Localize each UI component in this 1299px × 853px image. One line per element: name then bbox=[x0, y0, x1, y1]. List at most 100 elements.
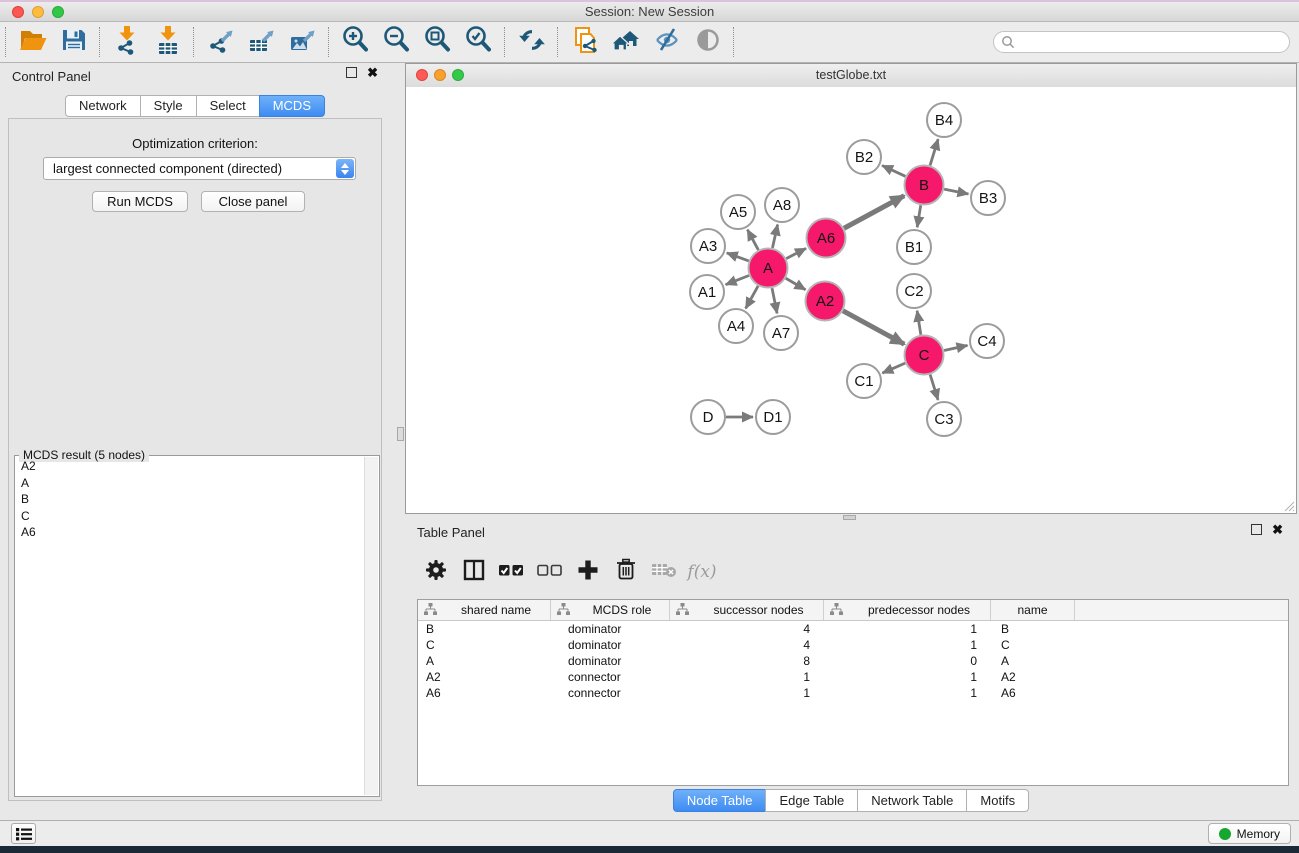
edge-B-B3[interactable] bbox=[944, 189, 968, 194]
edge-A-A5[interactable] bbox=[747, 230, 758, 250]
graph-node-A5[interactable]: A5 bbox=[721, 195, 755, 229]
edge-A2-C[interactable] bbox=[843, 311, 904, 344]
zoom-window-button[interactable] bbox=[52, 6, 64, 18]
graph-node-C1[interactable]: C1 bbox=[847, 364, 881, 398]
result-item[interactable]: C bbox=[16, 508, 365, 525]
graph-node-A[interactable]: A bbox=[749, 249, 788, 288]
table-settings-button[interactable] bbox=[417, 556, 455, 588]
result-item[interactable]: A2 bbox=[16, 458, 365, 475]
import-table-button[interactable] bbox=[147, 24, 188, 60]
table-row[interactable]: A2connector11A2 bbox=[418, 669, 1288, 685]
resize-grip[interactable] bbox=[1283, 500, 1295, 512]
edge-A-A2[interactable] bbox=[786, 278, 806, 289]
add-column-button[interactable] bbox=[569, 556, 607, 588]
export-table-button[interactable] bbox=[241, 24, 282, 60]
zoom-in-button[interactable] bbox=[335, 24, 376, 60]
home-view-button[interactable] bbox=[605, 24, 646, 60]
edge-A-A3[interactable] bbox=[727, 253, 749, 261]
edge-C-C3[interactable] bbox=[930, 375, 938, 400]
run-mcds-button[interactable]: Run MCDS bbox=[92, 191, 188, 212]
graph-node-A8[interactable]: A8 bbox=[765, 188, 799, 222]
graph-node-A3[interactable]: A3 bbox=[691, 229, 725, 263]
graph-node-C3[interactable]: C3 bbox=[927, 402, 961, 436]
network-minimize-button[interactable] bbox=[434, 69, 446, 81]
edge-B-B4[interactable] bbox=[930, 139, 938, 165]
result-scrollbar[interactable] bbox=[364, 457, 378, 795]
zoom-selected-button[interactable] bbox=[458, 24, 499, 60]
graph-node-B1[interactable]: B1 bbox=[897, 230, 931, 264]
table-row[interactable]: A6connector11A6 bbox=[418, 685, 1288, 701]
graph-node-C[interactable]: C bbox=[905, 336, 944, 375]
column-header-shared-name[interactable]: shared name bbox=[418, 600, 551, 620]
column-layout-button[interactable] bbox=[455, 556, 493, 588]
tab-motifs[interactable]: Motifs bbox=[966, 789, 1029, 812]
edge-B-B2[interactable] bbox=[882, 165, 905, 176]
tab-network[interactable]: Network bbox=[65, 95, 141, 117]
table-close-panel-icon[interactable]: ✖ bbox=[1272, 524, 1283, 535]
tab-node-table[interactable]: Node Table bbox=[673, 789, 767, 812]
edge-A-A6[interactable] bbox=[786, 248, 806, 258]
table-row[interactable]: Cdominator41C bbox=[418, 637, 1288, 653]
refresh-button[interactable] bbox=[511, 24, 552, 60]
graph-node-B[interactable]: B bbox=[905, 166, 944, 205]
vertical-split-handle[interactable] bbox=[397, 427, 404, 441]
tab-mcds[interactable]: MCDS bbox=[259, 95, 325, 117]
edge-C-C1[interactable] bbox=[882, 363, 905, 373]
zoom-out-button[interactable] bbox=[376, 24, 417, 60]
task-history-button[interactable] bbox=[11, 823, 36, 844]
graph-node-A6[interactable]: A6 bbox=[807, 219, 846, 258]
graph-node-D1[interactable]: D1 bbox=[756, 400, 790, 434]
tab-select[interactable]: Select bbox=[196, 95, 260, 117]
edge-A6-B[interactable] bbox=[844, 196, 904, 229]
graph-node-B2[interactable]: B2 bbox=[847, 140, 881, 174]
edge-A-A4[interactable] bbox=[746, 286, 758, 309]
tab-network-table[interactable]: Network Table bbox=[857, 789, 967, 812]
graph-node-A4[interactable]: A4 bbox=[719, 309, 753, 343]
edge-B-B1[interactable] bbox=[917, 205, 921, 227]
zoom-fit-button[interactable] bbox=[417, 24, 458, 60]
column-header-successor-nodes[interactable]: successor nodes bbox=[670, 600, 824, 620]
copy-view-button[interactable] bbox=[564, 24, 605, 60]
result-item[interactable]: A bbox=[16, 475, 365, 492]
edge-C-C2[interactable] bbox=[917, 311, 921, 335]
network-zoom-button[interactable] bbox=[452, 69, 464, 81]
graph-node-B4[interactable]: B4 bbox=[927, 103, 961, 137]
network-close-button[interactable] bbox=[416, 69, 428, 81]
criterion-dropdown[interactable]: largest connected component (directed) bbox=[43, 157, 356, 180]
column-header-MCDS-role[interactable]: MCDS role bbox=[551, 600, 670, 620]
edge-A-A7[interactable] bbox=[772, 288, 777, 313]
minimize-window-button[interactable] bbox=[32, 6, 44, 18]
delete-column-button[interactable] bbox=[607, 556, 645, 588]
memory-button[interactable]: Memory bbox=[1208, 823, 1291, 844]
network-canvas[interactable]: B4 B2 B B3 A5 A8A6 A3 A B1 A1 C2 A2 A4 A7 C4 C C1 D D1 C3 bbox=[406, 87, 1296, 513]
column-header-predecessor-nodes[interactable]: predecessor nodes bbox=[824, 600, 991, 620]
graph-node-A2[interactable]: A2 bbox=[806, 282, 845, 321]
column-header-name[interactable]: name bbox=[991, 600, 1075, 620]
float-panel-icon[interactable] bbox=[346, 67, 357, 78]
open-file-button[interactable] bbox=[12, 24, 53, 60]
table-float-panel-icon[interactable] bbox=[1251, 524, 1262, 535]
table-row[interactable]: Bdominator41B bbox=[418, 621, 1288, 637]
save-session-button[interactable] bbox=[53, 24, 94, 60]
edge-A-A1[interactable] bbox=[726, 276, 749, 285]
hide-all-columns-button[interactable] bbox=[531, 556, 569, 588]
close-panel-button[interactable]: Close panel bbox=[201, 191, 305, 212]
result-item[interactable]: A6 bbox=[16, 524, 365, 541]
show-all-columns-button[interactable] bbox=[493, 556, 531, 588]
close-panel-icon[interactable]: ✖ bbox=[367, 67, 378, 78]
graph-node-D[interactable]: D bbox=[691, 400, 725, 434]
close-window-button[interactable] bbox=[12, 6, 24, 18]
search-input[interactable] bbox=[1015, 35, 1289, 49]
hide-panel-button[interactable] bbox=[646, 24, 687, 60]
graph-node-B3[interactable]: B3 bbox=[971, 181, 1005, 215]
tab-style[interactable]: Style bbox=[140, 95, 197, 117]
export-network-button[interactable] bbox=[200, 24, 241, 60]
graph-node-C2[interactable]: C2 bbox=[897, 274, 931, 308]
search-field[interactable] bbox=[993, 31, 1290, 53]
graph-node-A7[interactable]: A7 bbox=[764, 316, 798, 350]
edge-A-A8[interactable] bbox=[772, 225, 777, 248]
graph-node-C4[interactable]: C4 bbox=[970, 324, 1004, 358]
graph-node-A1[interactable]: A1 bbox=[690, 275, 724, 309]
table-row[interactable]: Adominator80A bbox=[418, 653, 1288, 669]
result-item[interactable]: B bbox=[16, 491, 365, 508]
